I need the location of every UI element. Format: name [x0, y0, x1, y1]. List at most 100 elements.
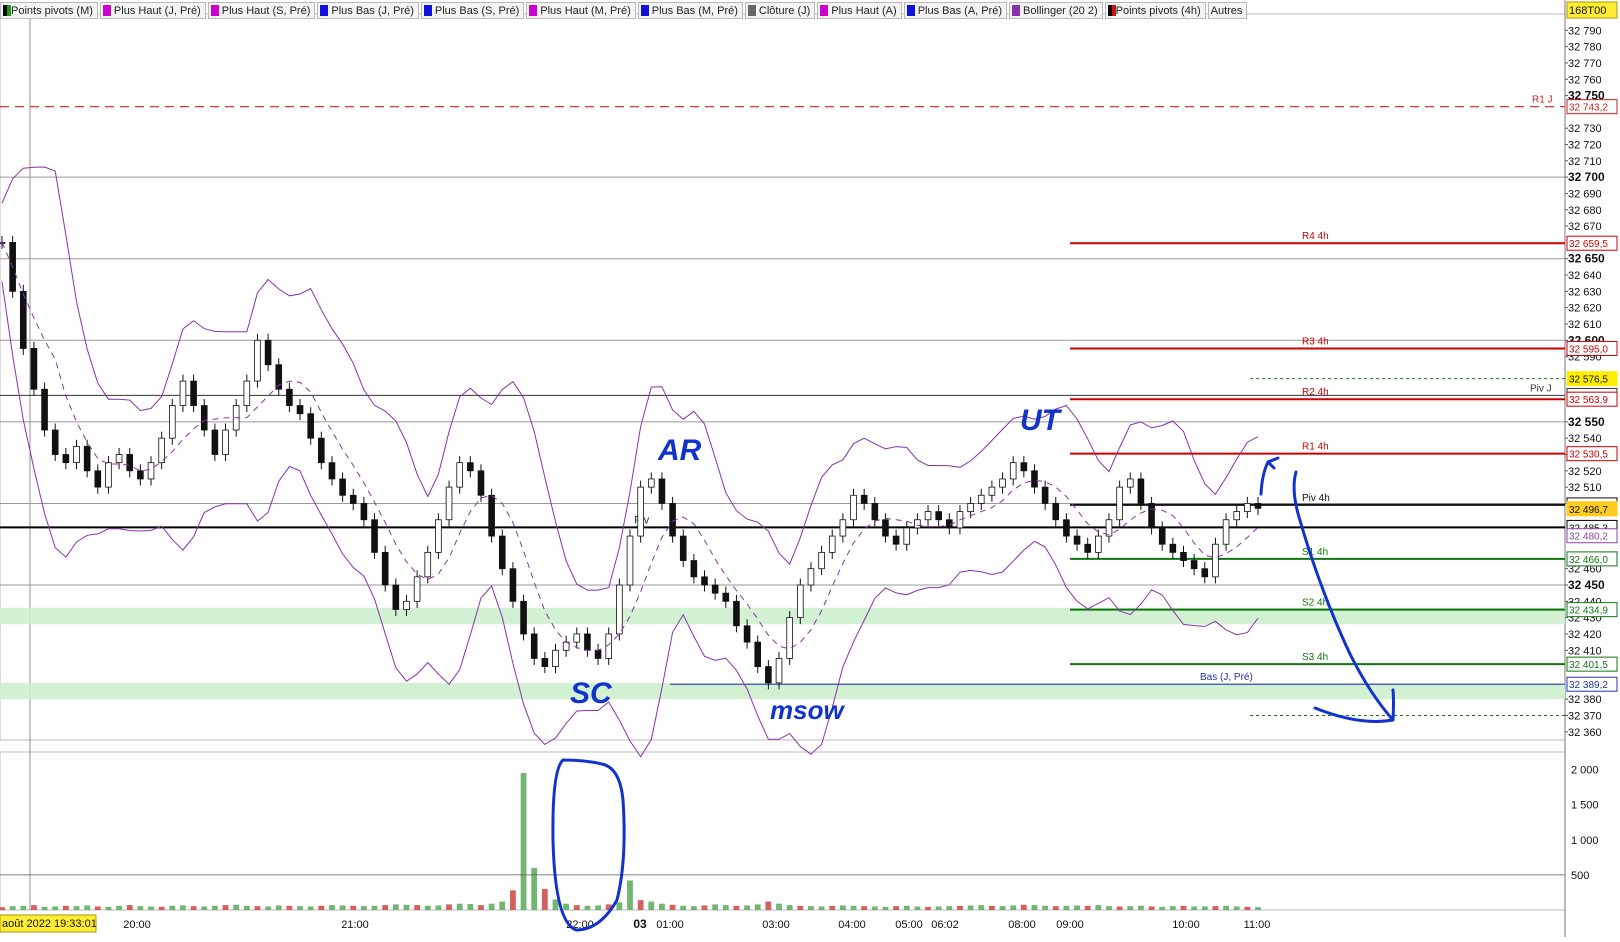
level-name: S3 4h: [1302, 652, 1328, 663]
candle: [1244, 503, 1251, 512]
candle: [860, 494, 868, 504]
candle: [733, 600, 740, 627]
level-badge-label: 32 659,5: [1569, 239, 1608, 250]
volume-bar: [1244, 906, 1251, 910]
y-tick-label: 32 700: [1568, 170, 1605, 184]
volume-bar: [233, 904, 240, 910]
volume-bar: [360, 906, 367, 910]
volume-bar: [659, 903, 665, 910]
volume-bar: [733, 905, 740, 910]
volume-bar: [818, 906, 825, 910]
x-tick-label: 03:00: [762, 919, 790, 931]
candle: [456, 462, 463, 488]
candle: [775, 658, 783, 684]
legend-label: Points pivots (4h): [1115, 4, 1201, 17]
volume-bar: [808, 906, 814, 910]
candle: [935, 511, 942, 521]
candle: [711, 584, 719, 594]
candle: [477, 470, 485, 496]
arrow-up-annotation: [1259, 456, 1280, 496]
legend-item[interactable]: Clôture (J): [744, 2, 816, 19]
price-chart[interactable]: 32 79032 78032 77032 76032 75032 73032 7…: [0, 0, 1620, 937]
y-tick-label: 32 790: [1568, 25, 1602, 37]
y-tick-label: 32 730: [1568, 123, 1602, 135]
volume-bar: [957, 905, 963, 910]
legend-item[interactable]: Plus Haut (J, Pré): [99, 2, 206, 19]
candle: [211, 429, 219, 455]
volume-bar: [1148, 906, 1155, 910]
volume-bar: [690, 906, 697, 910]
x-tick-label: 09:00: [1056, 919, 1084, 931]
legend-item[interactable]: Points pivots (4h): [1104, 2, 1206, 19]
legend-item[interactable]: Autres: [1207, 2, 1248, 19]
volume-bar: [531, 867, 538, 910]
volume-bar: [169, 905, 176, 910]
level-name: R4 4h: [1302, 231, 1329, 242]
candle: [626, 535, 634, 586]
volume-bar: [297, 906, 303, 910]
volume-bar: [31, 905, 37, 910]
candle: [179, 380, 187, 406]
legend-item[interactable]: Bollinger (20 2): [1009, 2, 1103, 19]
candle: [147, 462, 155, 480]
level-name: R1 J: [1532, 95, 1553, 106]
candle: [999, 478, 1006, 488]
candle: [1169, 543, 1177, 553]
candle: [892, 535, 900, 545]
volume-bar: [1233, 906, 1240, 910]
candle: [924, 511, 932, 521]
level-name: R3 4h: [1302, 336, 1329, 347]
legend-item[interactable]: Plus Bas (J, Pré): [317, 2, 419, 19]
volume-bar: [467, 904, 474, 910]
level-name: Piv 4h: [1302, 493, 1330, 504]
volume-bar: [222, 905, 229, 910]
candle: [328, 462, 336, 480]
volume-bar: [999, 906, 1006, 910]
candle: [1073, 535, 1081, 545]
y-tick-label: 32 540: [1568, 433, 1602, 445]
volume-bar: [1095, 905, 1102, 910]
candle: [498, 535, 506, 570]
candle: [797, 584, 804, 619]
volume-bar: [318, 905, 325, 910]
legend-item[interactable]: Plus Haut (M, Pré): [526, 2, 636, 19]
x-tick-label: 06:02: [931, 919, 959, 931]
candle: [520, 600, 527, 635]
volume-bar: [137, 906, 144, 910]
candle: [679, 535, 687, 561]
candle: [83, 445, 91, 472]
volume-bar: [254, 906, 261, 910]
volume-bar: [1031, 905, 1038, 910]
legend-label: Points pivots (M): [11, 4, 93, 17]
volume-bar: [850, 905, 857, 910]
candle: [94, 470, 102, 488]
candle: [169, 405, 176, 439]
volume-bar: [839, 905, 846, 910]
candle: [850, 494, 857, 521]
price-panel-frame: [0, 13, 1566, 741]
volume-bar: [754, 904, 761, 910]
level-badge-label: 32 743,2: [1569, 103, 1608, 114]
candle: [307, 413, 314, 439]
candle: [594, 649, 602, 659]
volume-bar: [935, 906, 942, 910]
candle: [126, 454, 134, 472]
candle: [1190, 560, 1198, 570]
legend-item[interactable]: Plus Bas (A, Pré): [903, 2, 1008, 19]
volume-bar: [105, 906, 112, 910]
volume-bar: [488, 903, 495, 910]
volume-bar: [1010, 905, 1017, 910]
legend-label: Plus Bas (S, Pré): [434, 4, 520, 17]
x-tick-label: 05:00: [895, 919, 923, 931]
chart-stage[interactable]: 32 790 32 780 32 770 32 760 32 750 32 730 32 7…: [0, 0, 1620, 937]
x-tick-label: 03: [633, 917, 647, 931]
legend-item[interactable]: Points pivots (M): [0, 2, 98, 19]
legend-item[interactable]: Plus Bas (S, Pré): [420, 2, 525, 19]
volume-bar: [925, 906, 931, 910]
legend-item[interactable]: Plus Haut (A): [817, 2, 902, 19]
legend-label: Plus Haut (M, Pré): [540, 4, 631, 17]
legend-item[interactable]: Plus Bas (M, Pré): [637, 2, 743, 19]
level-badge-label: 32 576,5: [1569, 375, 1608, 386]
volume-bars: [0, 773, 1261, 910]
legend-item[interactable]: Plus Haut (S, Pré): [207, 2, 316, 19]
